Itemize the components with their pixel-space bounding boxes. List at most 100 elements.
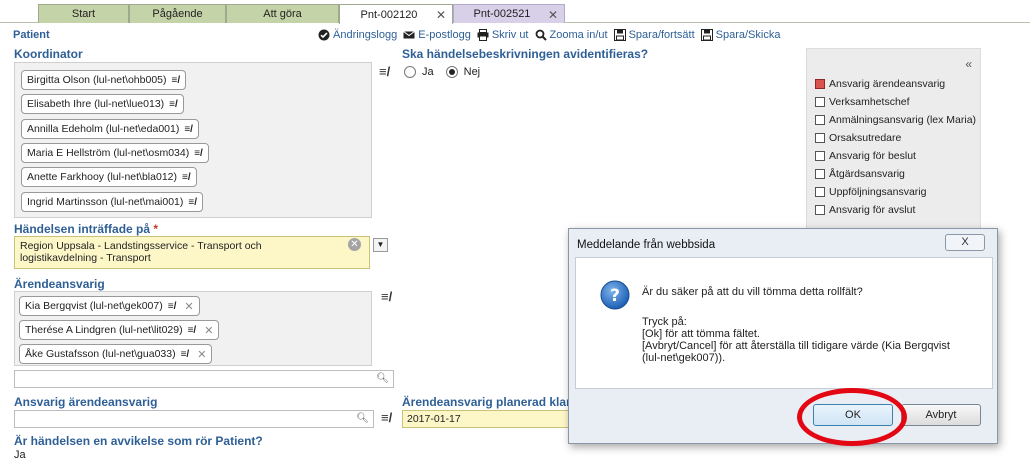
toolbar: Ändringslogg E-postlogg Skriv ut Zooma i… (318, 29, 780, 41)
coordinator-chip[interactable]: Ingrid Martinsson (lul-net\mai001) ≡/ (21, 192, 204, 212)
case-responsible-name: Åke Gustafsson (lul-net\gua033) (25, 348, 176, 360)
role-label: Åtgärdsansvarig (829, 168, 905, 180)
role-item[interactable]: Ansvarig ärendeansvarig (815, 78, 945, 90)
cancel-button[interactable]: Avbryt (901, 404, 981, 426)
collapse-icon[interactable]: « (965, 57, 972, 71)
toolbar-label: Zooma in/ut (549, 29, 608, 41)
remove-icon[interactable]: ✕ (197, 348, 206, 361)
deviation-question: Är händelsen en avvikelse som rör Patien… (14, 434, 263, 448)
role-label: Orsaksutredare (829, 132, 902, 144)
responsible-case-owner-title: Ansvarig ärendeansvarig (14, 395, 158, 409)
tab-start[interactable]: Start (38, 4, 129, 23)
close-tab-icon[interactable]: ✕ (548, 8, 558, 22)
chevron-down-icon[interactable]: ▼ (373, 238, 388, 252)
signature-icon: ≡/ (169, 98, 178, 110)
dialog-close-button[interactable]: X (945, 234, 985, 251)
radio-no[interactable] (445, 66, 458, 78)
coordinator-sign-button[interactable]: ≡/ (379, 64, 390, 79)
role-panel: « Ansvarig ärendeansvarig Verksamhetsche… (806, 48, 981, 233)
page-section-label: Patient (13, 29, 50, 41)
coordinator-name: Anette Farkhooy (lul-net\bla012) (27, 171, 177, 183)
responsible-case-owner-sign-button[interactable]: ≡/ (381, 410, 392, 425)
coordinator-chip[interactable]: Maria E Hellström (lul-net\osm034) ≡/ (21, 143, 209, 163)
tab-pagaende[interactable]: Pågående (129, 4, 226, 23)
magnifier-icon (535, 29, 547, 41)
dialog-line: [Avbryt/Cancel] för att återställa till … (642, 340, 950, 352)
tab-pnt-002120[interactable]: Pnt-002120 ✕ (339, 4, 453, 24)
case-responsible-field: Kia Bergqvist (lul-net\gek007) ≡/✕ Therés… (14, 291, 372, 366)
case-responsible-chip[interactable]: Therése A Lindgren (lul-net\lit029) ≡/ ✕ (19, 320, 220, 340)
signature-icon: ≡/ (194, 147, 203, 159)
case-responsible-name: Therése A Lindgren (lul-net\lit029) (25, 324, 183, 336)
coordinator-name: Birgitta Olson (lul-net\ohb005) (27, 74, 167, 86)
deviation-answer: Ja (14, 449, 26, 461)
tab-att-gora[interactable]: Att göra (226, 4, 339, 23)
clear-icon[interactable]: ✕ (348, 238, 361, 251)
coordinator-chip[interactable]: Birgitta Olson (lul-net\ohb005) ≡/ (21, 70, 187, 90)
case-responsible-chip[interactable]: Kia Bergqvist (lul-net\gek007) ≡/ ✕ (19, 296, 200, 316)
toolbar-label: Ändringslogg (333, 29, 398, 41)
signature-icon: ≡/ (182, 171, 191, 183)
coordinator-chip[interactable]: Annilla Edeholm (lul-net\eda001) ≡/ (21, 119, 199, 139)
coordinator-name: Ingrid Martinsson (lul-net\mai001) (27, 196, 184, 208)
role-item[interactable]: Orsaksutredare (815, 132, 901, 144)
case-responsible-name: Kia Bergqvist (lul-net\gek007) (25, 300, 163, 312)
role-item[interactable]: Ansvarig för beslut (815, 150, 916, 162)
case-responsible-sign-button[interactable]: ≡/ (381, 289, 392, 304)
email-log-button[interactable]: E-postlogg (403, 29, 471, 41)
role-item[interactable]: Verksamhetschef (815, 96, 910, 108)
incident-location-line1: Region Uppsala - Landstingsservice - Tra… (20, 240, 262, 252)
tab-label: Pågående (152, 8, 203, 20)
change-log-button[interactable]: Ändringslogg (318, 29, 397, 41)
radio-yes-label: Ja (422, 66, 434, 78)
save-continue-button[interactable]: Spara/fortsätt (613, 29, 695, 41)
role-color-swatch (815, 187, 825, 197)
signature-icon: ≡/ (180, 348, 190, 360)
role-color-swatch (815, 133, 825, 143)
coordinator-name: Annilla Edeholm (lul-net\eda001) (27, 123, 180, 135)
remove-icon[interactable]: ✕ (184, 300, 193, 313)
search-icon[interactable]: 🔍︎ (356, 413, 369, 424)
coordinator-chip[interactable]: Anette Farkhooy (lul-net\bla012) ≡/ (21, 167, 197, 187)
question-icon: ? (600, 280, 630, 310)
case-responsible-search-input[interactable]: 🔍︎ (14, 370, 394, 388)
role-item[interactable]: Ansvarig för avslut (815, 204, 915, 216)
role-color-swatch (815, 97, 825, 107)
zoom-button[interactable]: Zooma in/ut (535, 29, 608, 41)
role-item[interactable]: Anmälningsansvarig (lex Maria) (815, 114, 976, 126)
incident-location-field[interactable]: Region Uppsala - Landstingsservice - Tra… (14, 236, 370, 269)
floppy-icon (700, 29, 713, 41)
coordinator-chip[interactable]: Elisabeth Ihre (lul-net\lue013) ≡/ (21, 94, 184, 114)
radio-no-label: Nej (463, 66, 481, 78)
tab-pnt-002521[interactable]: Pnt-002521 ✕ (453, 4, 565, 23)
role-label: Verksamhetschef (829, 96, 910, 108)
incident-location-line2: logistikavdelning - Transport (20, 252, 151, 264)
coordinator-name: Maria E Hellström (lul-net\osm034) (27, 147, 190, 159)
print-button[interactable]: Skriv ut (477, 29, 529, 41)
search-icon[interactable]: 🔍︎ (376, 373, 389, 384)
remove-icon[interactable]: ✕ (204, 324, 213, 337)
anonymize-question: Ska händelsebeskrivningen avidentifieras… (402, 47, 649, 61)
coordinator-title: Koordinator (14, 47, 83, 61)
role-label: Uppföljningsansvarig (829, 186, 927, 198)
responsible-case-owner-input[interactable]: 🔍︎ (14, 410, 374, 428)
coordinator-field: Birgitta Olson (lul-net\ohb005) ≡/ Elisab… (14, 62, 372, 218)
incident-location-label: Händelsen inträffade på * (14, 222, 158, 236)
radio-yes[interactable] (404, 66, 416, 78)
role-item[interactable]: Åtgärdsansvarig (815, 168, 905, 180)
signature-icon: ≡/ (187, 324, 197, 336)
close-tab-icon[interactable]: ✕ (436, 8, 446, 22)
role-label: Ansvarig för beslut (829, 150, 916, 162)
planned-ready-title: Ärendeansvarig planerad klar (402, 395, 571, 409)
role-color-swatch (815, 79, 825, 89)
incident-location-label-text: Händelsen inträffade på (14, 222, 151, 236)
ok-button[interactable]: OK (813, 404, 893, 426)
case-responsible-chip[interactable]: Åke Gustafsson (lul-net\gua033) ≡/ ✕ (19, 344, 213, 364)
role-item[interactable]: Uppföljningsansvarig (815, 186, 926, 198)
save-send-button[interactable]: Spara/Skicka (700, 29, 780, 41)
role-label: Ansvarig för avslut (829, 204, 916, 216)
dialog-line: (lul-net\gek007)). (642, 352, 726, 364)
planned-ready-date-input[interactable]: 2017-01-17 (402, 410, 572, 428)
coordinator-name: Elisabeth Ihre (lul-net\lue013) (27, 98, 165, 110)
confirm-dialog: Meddelande från webbsida X ? Är du säker… (568, 228, 998, 444)
